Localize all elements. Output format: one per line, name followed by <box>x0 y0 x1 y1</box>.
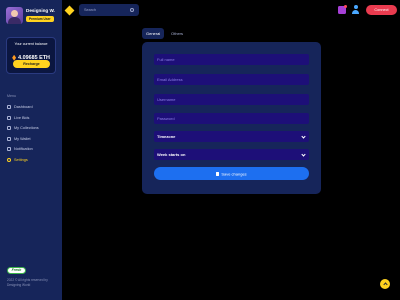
user-icon-head <box>353 5 358 9</box>
dashboard-icon <box>7 105 11 110</box>
tab-general[interactable]: General <box>142 28 165 39</box>
copyright-text: 2022 © All rights reserved by Designing … <box>7 278 48 287</box>
sidebar-item-dashboard[interactable]: Dashboard <box>7 102 59 113</box>
sidebar-item-my-wallet[interactable]: My Wallet <box>7 134 59 145</box>
save-button[interactable]: Save changes <box>154 167 309 180</box>
arrow-up-icon <box>382 282 388 287</box>
username-placeholder: Username <box>157 97 176 102</box>
save-icon <box>216 172 220 176</box>
scroll-top-button[interactable] <box>380 279 390 289</box>
search-placeholder: Search <box>84 8 97 12</box>
avatar-body <box>8 17 21 24</box>
user-icon-body <box>352 10 359 14</box>
fullname-placeholder: Full name <box>157 57 175 62</box>
week-start-label: Week starts on <box>157 152 186 157</box>
settings-form: Full name Email Address Username Passwor… <box>142 42 321 194</box>
week-start-select[interactable]: Week starts on <box>154 149 309 160</box>
avatar <box>6 7 23 24</box>
sidebar-item-label: Dashboard <box>14 105 33 110</box>
recharge-button[interactable]: Recharge <box>13 60 50 68</box>
chevron-down-icon <box>301 151 306 157</box>
sidebar-item-label: Live Bids <box>14 115 30 120</box>
search-icon[interactable] <box>130 8 134 12</box>
sidebar: Designing W. Premium User Your current b… <box>0 0 62 300</box>
user-profile[interactable]: Designing W. Premium User <box>6 7 58 25</box>
sidebar-item-live-bids[interactable]: Live Bids <box>7 113 59 124</box>
profile-name: Designing W. <box>26 8 55 13</box>
sidebar-menu: Dashboard Live Bids My Collections My Wa… <box>7 102 59 165</box>
menu-heading: Menu <box>7 94 16 98</box>
brand-logo-icon[interactable] <box>64 5 75 16</box>
sidebar-item-label: Settings <box>14 157 28 162</box>
gift-icon[interactable] <box>338 5 347 14</box>
chevron-down-icon <box>301 133 306 139</box>
email-placeholder: Email Address <box>157 77 183 82</box>
connect-button[interactable]: Connect <box>366 5 397 15</box>
password-field[interactable]: Password <box>154 113 309 124</box>
sidebar-item-label: My Collections <box>14 126 39 131</box>
save-label: Save changes <box>221 171 247 177</box>
fullname-field[interactable]: Full name <box>154 54 309 65</box>
premium-badge: Premium User <box>26 16 54 22</box>
sidebar-item-my-collections[interactable]: My Collections <box>7 123 59 134</box>
notification-dot <box>344 5 347 8</box>
email-field[interactable]: Email Address <box>154 74 309 85</box>
avatar-head <box>11 10 18 17</box>
password-placeholder: Password <box>157 116 175 121</box>
bell-icon <box>7 147 11 152</box>
sidebar-item-settings[interactable]: Settings <box>7 155 59 166</box>
user-icon[interactable] <box>351 5 360 14</box>
sidebar-item-label: Notification <box>14 147 33 152</box>
bids-icon <box>7 115 11 120</box>
search-input[interactable]: Search <box>79 4 139 16</box>
tab-others[interactable]: Others <box>167 28 187 39</box>
sidebar-item-label: My Wallet <box>14 136 31 141</box>
sidebar-item-notification[interactable]: Notification <box>7 144 59 155</box>
footer-logo: Fresh <box>7 267 26 274</box>
balance-card: Your current balance 4.09685 ETH Recharg… <box>6 37 56 74</box>
balance-label: Your current balance <box>14 42 48 46</box>
username-field[interactable]: Username <box>154 94 309 105</box>
collections-icon <box>7 126 11 131</box>
gear-icon <box>7 157 11 162</box>
timezone-label: Timezone <box>157 134 176 139</box>
timezone-select[interactable]: Timezone <box>154 131 309 142</box>
wallet-icon <box>7 136 11 141</box>
